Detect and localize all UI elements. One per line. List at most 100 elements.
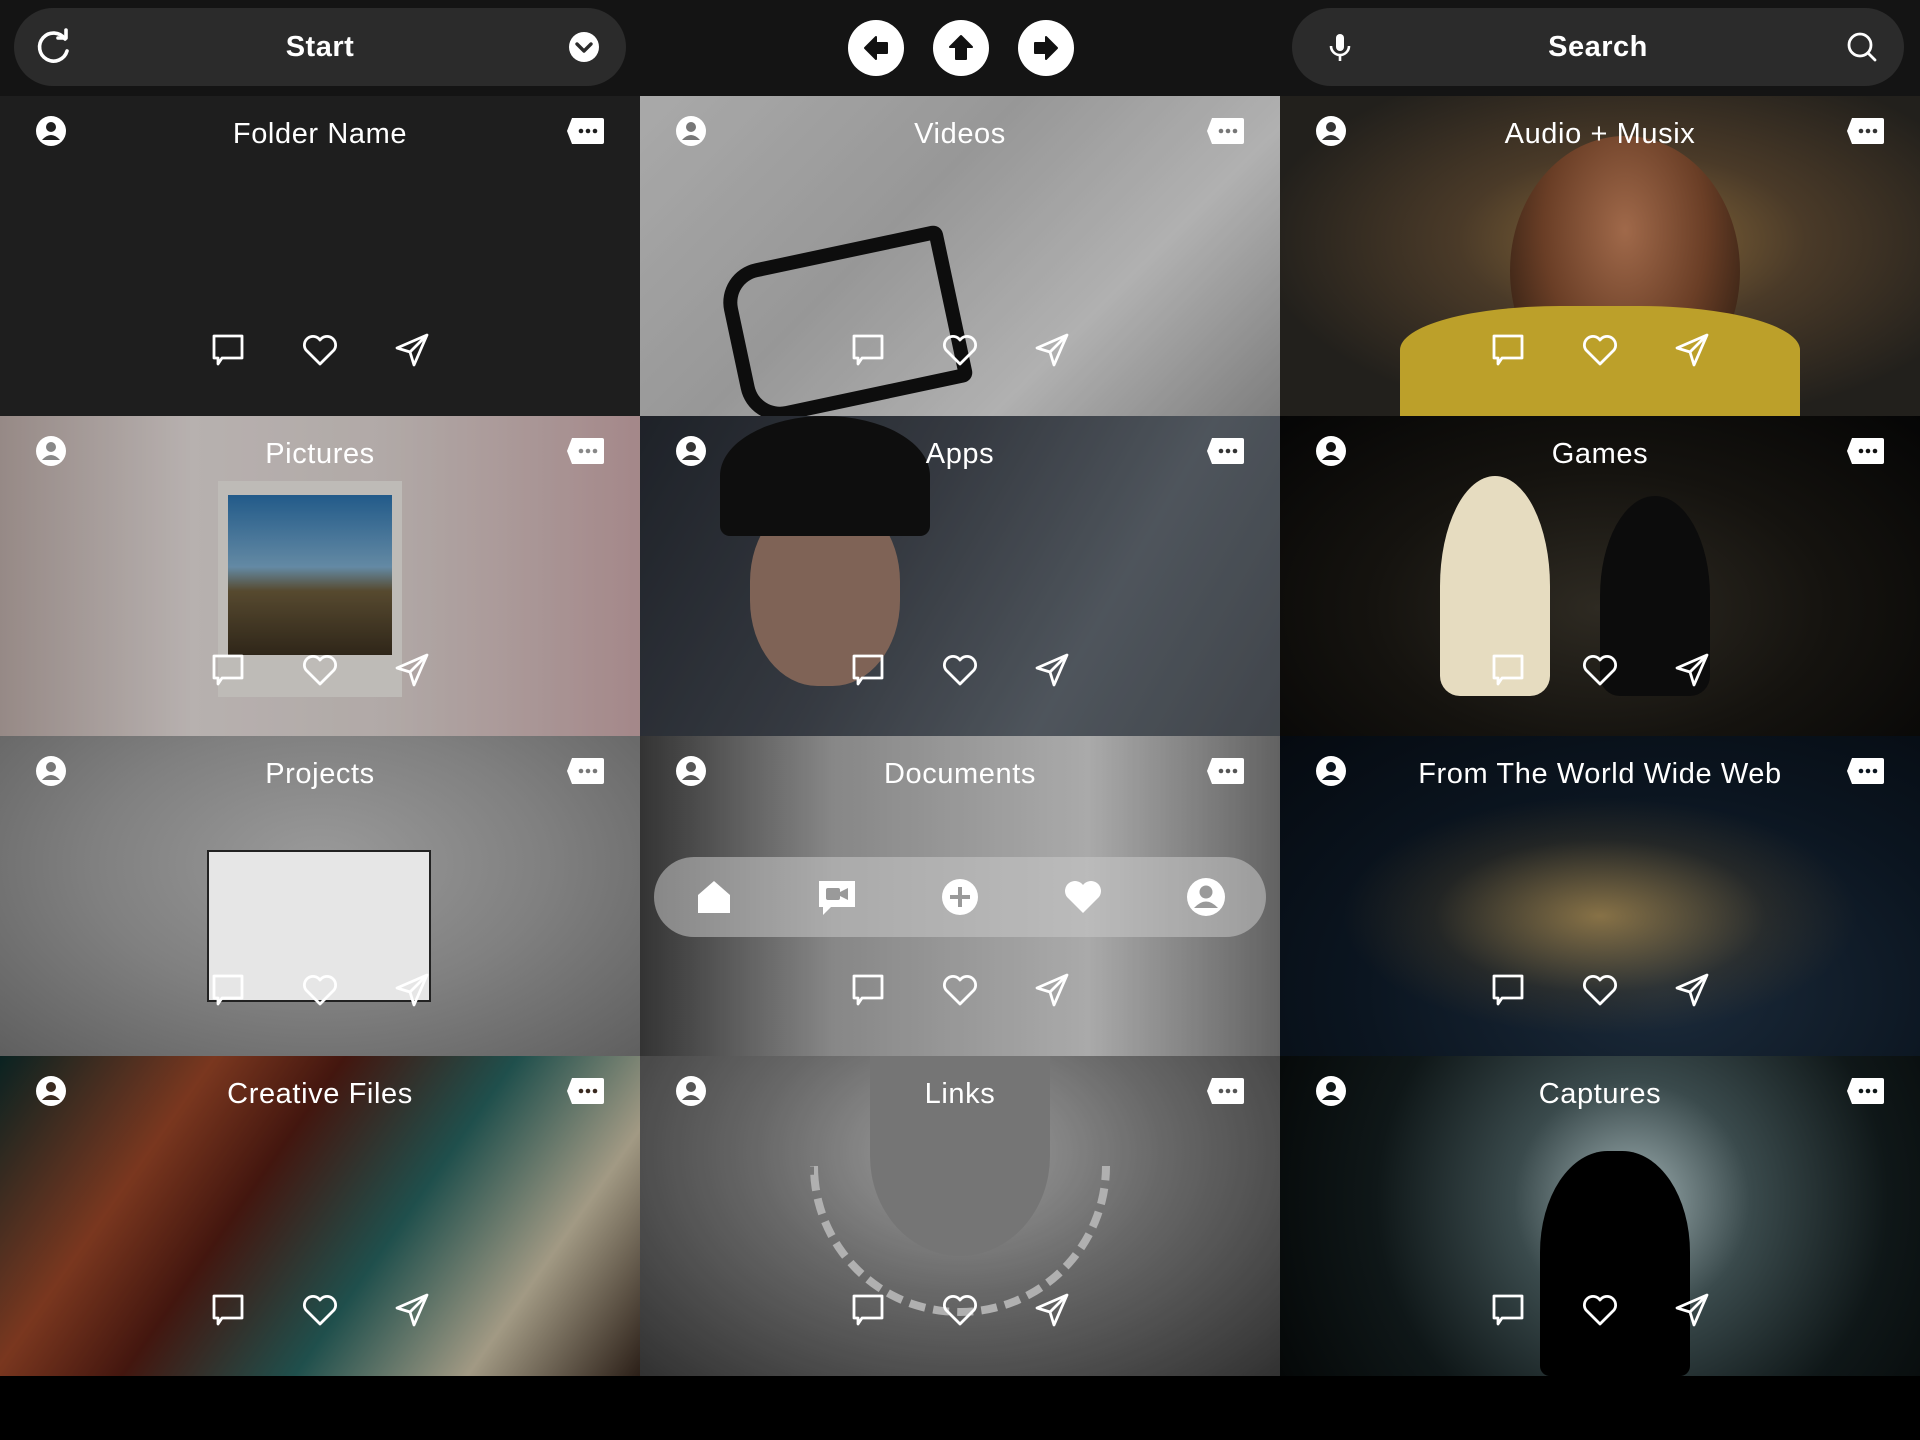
camera-operator-silhouette-image (1540, 1151, 1690, 1376)
heart-icon[interactable] (940, 650, 980, 690)
comment-icon[interactable] (1488, 1290, 1528, 1330)
tile-actions (640, 330, 1280, 370)
send-icon[interactable] (1672, 650, 1712, 690)
heart-icon[interactable] (1580, 330, 1620, 370)
heart-icon[interactable] (300, 970, 340, 1010)
tile-title: Games (1551, 438, 1649, 470)
search-label: Search (1548, 31, 1648, 63)
folder-tile[interactable]: Creative Files (0, 1056, 640, 1376)
comment-icon[interactable] (1488, 330, 1528, 370)
user-circle-icon[interactable] (1314, 114, 1348, 148)
send-icon[interactable] (1032, 970, 1072, 1010)
more-options-icon[interactable] (1206, 756, 1246, 786)
tile-title: Creative Files (227, 1078, 413, 1110)
more-options-icon[interactable] (566, 1076, 606, 1106)
home-icon[interactable] (692, 875, 736, 919)
tile-actions (1280, 330, 1920, 370)
send-icon[interactable] (392, 1290, 432, 1330)
send-icon[interactable] (1032, 1290, 1072, 1330)
folder-tile[interactable]: Projects (0, 736, 640, 1056)
tile-title: Pictures (265, 438, 375, 470)
comment-icon[interactable] (848, 970, 888, 1010)
user-circle-icon[interactable] (34, 114, 68, 148)
user-circle-icon[interactable] (1314, 754, 1348, 788)
user-circle-icon[interactable] (674, 434, 708, 468)
user-circle-icon[interactable] (1314, 434, 1348, 468)
folder-tile[interactable]: Apps (640, 416, 1280, 736)
user-circle-icon[interactable] (34, 1074, 68, 1108)
more-options-icon[interactable] (1206, 116, 1246, 146)
more-options-icon[interactable] (1206, 436, 1246, 466)
folder-tile[interactable]: Folder Name (0, 96, 640, 416)
forward-button[interactable] (1018, 20, 1074, 76)
send-icon[interactable] (1672, 970, 1712, 1010)
search-bar[interactable]: Search (1292, 8, 1904, 86)
more-options-icon[interactable] (566, 116, 606, 146)
user-circle-icon[interactable] (1314, 1074, 1348, 1108)
heart-icon[interactable] (940, 970, 980, 1010)
send-icon[interactable] (1672, 330, 1712, 370)
arrow-right-icon (1029, 31, 1063, 65)
heart-icon[interactable] (940, 1290, 980, 1330)
more-options-icon[interactable] (566, 436, 606, 466)
chevron-down-icon[interactable] (564, 27, 604, 67)
profile-icon[interactable] (1184, 875, 1228, 919)
heart-icon[interactable] (1580, 650, 1620, 690)
send-icon[interactable] (1032, 650, 1072, 690)
folder-tile[interactable]: Audio + Musix (1280, 96, 1920, 416)
tile-actions (1280, 970, 1920, 1010)
send-icon[interactable] (392, 970, 432, 1010)
navigation-buttons (848, 20, 1074, 76)
heart-icon[interactable] (300, 1290, 340, 1330)
search-icon[interactable] (1842, 27, 1882, 67)
back-button[interactable] (848, 20, 904, 76)
more-options-icon[interactable] (1846, 116, 1886, 146)
comment-icon[interactable] (208, 1290, 248, 1330)
send-icon[interactable] (1032, 330, 1072, 370)
add-icon[interactable] (938, 875, 982, 919)
tile-title: Videos (914, 118, 1006, 150)
tile-title: From The World Wide Web (1418, 758, 1782, 790)
user-circle-icon[interactable] (674, 1074, 708, 1108)
comment-icon[interactable] (208, 330, 248, 370)
user-circle-icon[interactable] (674, 754, 708, 788)
heart-icon[interactable] (1580, 1290, 1620, 1330)
heart-icon[interactable] (300, 650, 340, 690)
folder-tile[interactable]: Captures (1280, 1056, 1920, 1376)
user-circle-icon[interactable] (34, 434, 68, 468)
tile-actions (640, 1290, 1280, 1330)
send-icon[interactable] (1672, 1290, 1712, 1330)
more-options-icon[interactable] (1846, 436, 1886, 466)
comment-icon[interactable] (848, 330, 888, 370)
send-icon[interactable] (392, 650, 432, 690)
heart-icon[interactable] (1580, 970, 1620, 1010)
more-options-icon[interactable] (1846, 756, 1886, 786)
user-circle-icon[interactable] (34, 754, 68, 788)
up-button[interactable] (933, 20, 989, 76)
tile-title: Links (924, 1078, 996, 1110)
comment-icon[interactable] (1488, 970, 1528, 1010)
comment-icon[interactable] (848, 1290, 888, 1330)
more-options-icon[interactable] (566, 756, 606, 786)
start-dropdown[interactable]: Start (14, 8, 626, 86)
more-options-icon[interactable] (1206, 1076, 1246, 1106)
comment-icon[interactable] (848, 650, 888, 690)
tile-actions (0, 330, 640, 370)
tile-title: Documents (883, 758, 1037, 790)
comment-icon[interactable] (208, 970, 248, 1010)
comment-icon[interactable] (1488, 650, 1528, 690)
folder-tile[interactable]: From The World Wide Web (1280, 736, 1920, 1056)
floating-dock (654, 857, 1266, 937)
user-circle-icon[interactable] (674, 114, 708, 148)
heart-icon[interactable] (300, 330, 340, 370)
folder-tile[interactable]: Pictures (0, 416, 640, 736)
video-chat-icon[interactable] (815, 875, 859, 919)
comment-icon[interactable] (208, 650, 248, 690)
folder-tile[interactable]: Videos (640, 96, 1280, 416)
send-icon[interactable] (392, 330, 432, 370)
folder-tile[interactable]: Links (640, 1056, 1280, 1376)
heart-icon[interactable] (1061, 875, 1105, 919)
folder-tile[interactable]: Games (1280, 416, 1920, 736)
heart-icon[interactable] (940, 330, 980, 370)
more-options-icon[interactable] (1846, 1076, 1886, 1106)
